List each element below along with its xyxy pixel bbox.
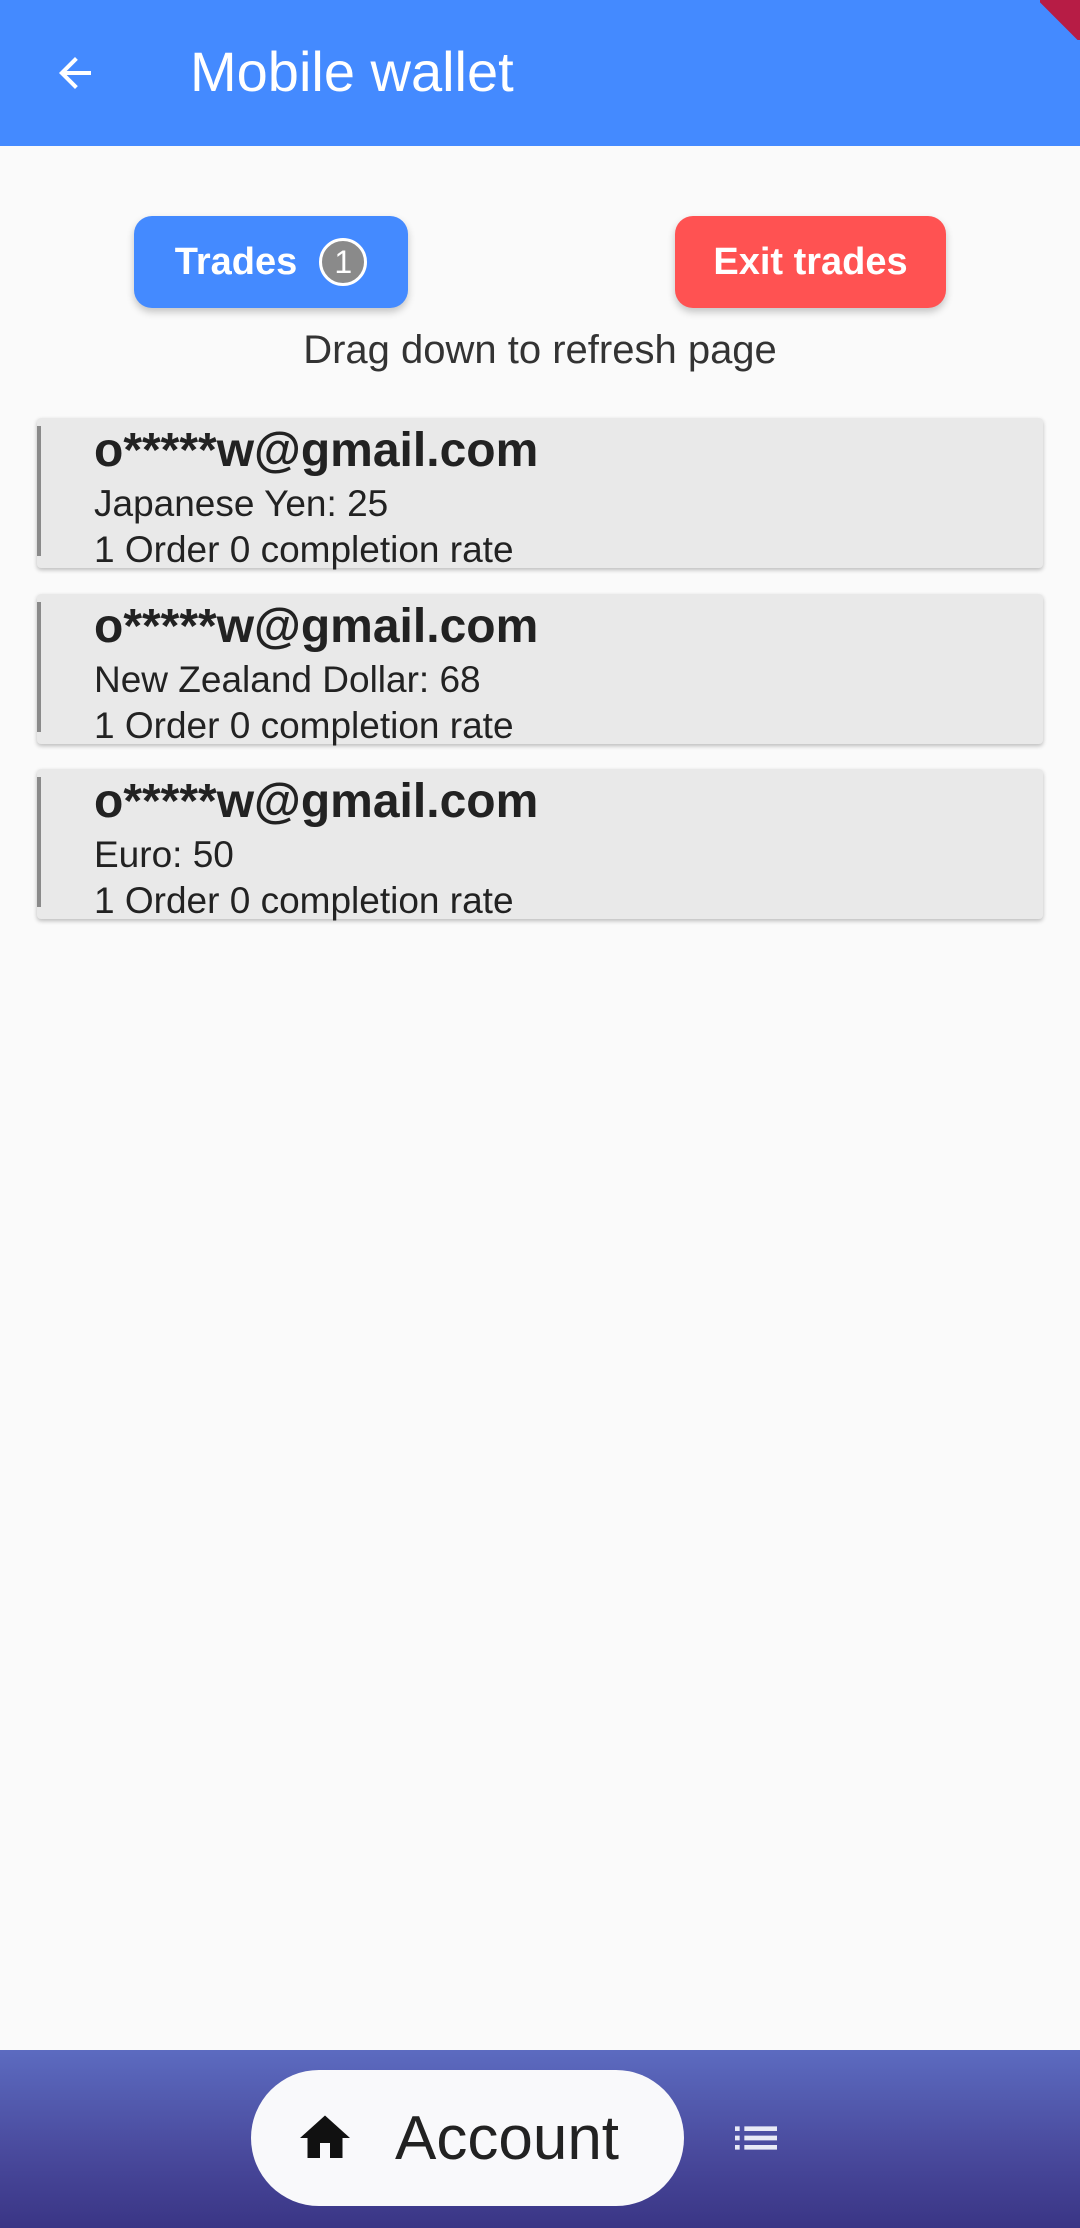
card-accent-bar — [37, 777, 41, 907]
trade-currency: Euro: 50 — [94, 834, 234, 875]
trade-card[interactable]: o*****w@gmail.com New Zealand Dollar: 68… — [37, 594, 1043, 746]
card-accent-bar — [37, 426, 41, 556]
trade-stats: 1 Order 0 completion rate — [94, 529, 514, 570]
trades-count-badge: 1 — [319, 238, 368, 286]
home-icon — [300, 2115, 350, 2158]
debug-banner — [1040, 0, 1080, 40]
exit-trades-label: Exit trades — [713, 240, 908, 283]
exit-trades-button[interactable]: Exit trades — [675, 216, 946, 308]
nav-list-tab[interactable] — [722, 2106, 790, 2170]
card-accent-bar — [37, 602, 41, 732]
list-icon — [735, 2126, 777, 2150]
trade-card[interactable]: o*****w@gmail.com Euro: 50 1 Order 0 com… — [37, 769, 1043, 921]
refresh-hint: Drag down to refresh page — [303, 328, 777, 372]
trades-button-label: Trades — [174, 240, 298, 283]
trader-email: o*****w@gmail.com — [94, 600, 539, 653]
trader-email: o*****w@gmail.com — [94, 424, 539, 477]
trade-card[interactable]: o*****w@gmail.com Japanese Yen: 25 1 Ord… — [37, 418, 1043, 570]
bottom-navigation: Account — [0, 2050, 1080, 2228]
back-button[interactable] — [30, 26, 120, 120]
page-title: Mobile wallet — [190, 40, 514, 103]
nav-account-label: Account — [395, 2103, 620, 2173]
arrow-back-icon — [59, 57, 91, 89]
app-screen: Mobile wallet Trades 1 Exit trades Drag … — [0, 0, 1080, 2228]
trades-button[interactable]: Trades 1 — [134, 216, 408, 308]
trade-stats: 1 Order 0 completion rate — [94, 705, 514, 746]
app-bar: Mobile wallet — [0, 0, 1080, 146]
trade-stats: 1 Order 0 completion rate — [94, 880, 514, 921]
trade-currency: New Zealand Dollar: 68 — [94, 659, 481, 700]
trader-email: o*****w@gmail.com — [94, 775, 539, 828]
trade-currency: Japanese Yen: 25 — [94, 483, 389, 524]
nav-account-tab[interactable]: Account — [251, 2070, 684, 2206]
